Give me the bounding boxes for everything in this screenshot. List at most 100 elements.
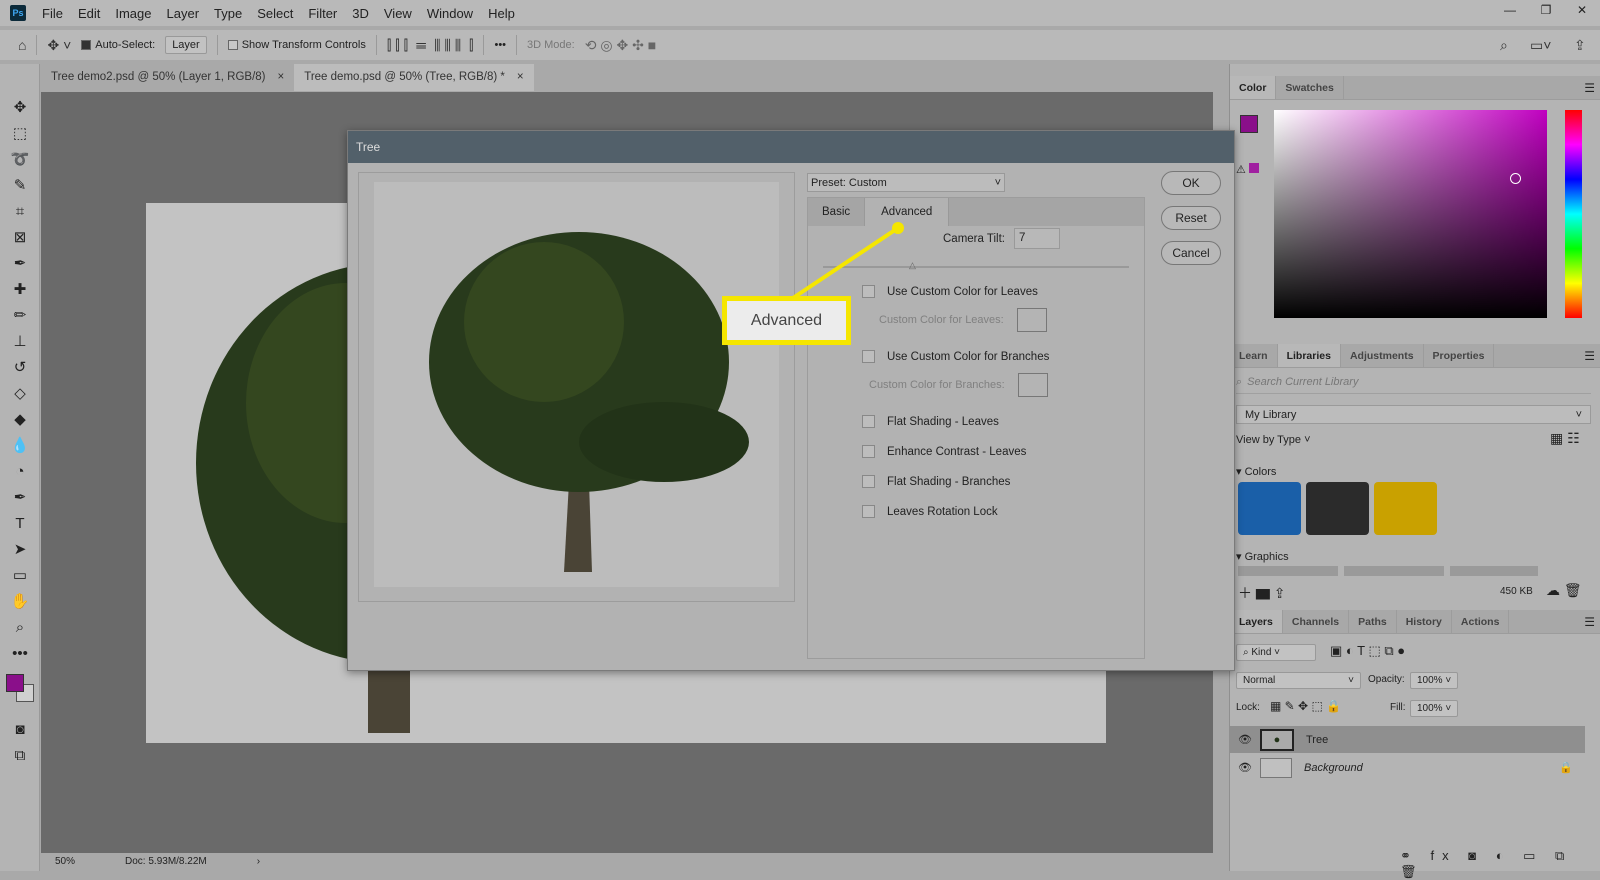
option-flat-shading-branches[interactable]: Flat Shading - Branches: [862, 475, 1010, 488]
tab-color[interactable]: Color: [1230, 76, 1277, 99]
paint-bucket-icon[interactable]: ◆: [0, 406, 40, 432]
rectangle-tool-icon[interactable]: ▭: [0, 562, 40, 588]
frame-tool-icon[interactable]: ⊠: [0, 224, 40, 250]
library-color-blue[interactable]: [1238, 482, 1301, 535]
workspace-icon[interactable]: ▭˅: [1530, 37, 1551, 54]
menu-help[interactable]: Help: [488, 6, 515, 21]
3d-mode-icons[interactable]: ⟲ ◎ ✥ ✣ ■: [585, 37, 656, 54]
tab-advanced[interactable]: Advanced: [865, 198, 950, 226]
library-search-input[interactable]: ⌕ Search Current Library: [1236, 376, 1591, 394]
zoom-tool-icon[interactable]: ⌕: [0, 614, 40, 640]
tab-swatches[interactable]: Swatches: [1276, 76, 1344, 99]
eye-icon[interactable]: 👁: [1230, 761, 1260, 774]
close-tab-icon[interactable]: ×: [278, 71, 285, 84]
blend-mode-select[interactable]: Normal ˅: [1236, 672, 1361, 689]
option-custom-color-branches[interactable]: Use Custom Color for Branches: [862, 350, 1049, 363]
branches-color-swatch[interactable]: [1017, 373, 1048, 397]
close-tab-icon[interactable]: ×: [517, 71, 524, 84]
path-select-icon[interactable]: ➤: [0, 536, 40, 562]
eyedropper-tool-icon[interactable]: ✒: [0, 250, 40, 276]
move-tool-icon[interactable]: ✥: [0, 94, 40, 120]
brush-tool-icon[interactable]: ✏: [0, 302, 40, 328]
search-icon[interactable]: ⌕: [1500, 37, 1508, 54]
minimize-button[interactable]: —: [1494, 0, 1526, 20]
tab-layers[interactable]: Layers: [1230, 610, 1283, 633]
type-tool-icon[interactable]: T: [0, 510, 40, 536]
more-options-button[interactable]: •••: [494, 39, 506, 51]
screen-mode-icon[interactable]: ⧉: [0, 742, 40, 768]
tab-libraries[interactable]: Libraries: [1277, 344, 1341, 367]
panel-menu-icon[interactable]: ☰: [1584, 81, 1595, 95]
zoom-level[interactable]: 50%: [55, 856, 75, 868]
marquee-tool-icon[interactable]: ⬚: [0, 120, 40, 146]
lasso-tool-icon[interactable]: ➰: [0, 146, 40, 172]
reset-button[interactable]: Reset: [1161, 206, 1221, 230]
eye-icon[interactable]: 👁: [1230, 733, 1260, 746]
option-custom-color-leaves[interactable]: Use Custom Color for Leaves: [862, 285, 1038, 298]
close-button[interactable]: ✕: [1566, 0, 1598, 20]
view-by-type-select[interactable]: View by Type ˅: [1236, 434, 1311, 446]
show-transform-checkbox[interactable]: Show Transform Controls: [227, 39, 366, 51]
color-picker-field[interactable]: [1274, 110, 1547, 318]
library-actions[interactable]: ＋ ▆ ⇪: [1238, 583, 1286, 603]
doc-tab-tree-demo[interactable]: Tree demo.psd @ 50% (Tree, RGB/8) * ×: [294, 64, 534, 91]
tab-actions[interactable]: Actions: [1452, 610, 1510, 633]
align-icons[interactable]: ⫿ ⫿ ⫿ ☰ ⫼ ⫼ ⫼ ⫿: [387, 37, 474, 54]
healing-tool-icon[interactable]: ✚: [0, 276, 40, 302]
leaves-color-swatch[interactable]: [1016, 308, 1047, 332]
tab-paths[interactable]: Paths: [1349, 610, 1397, 633]
cancel-button[interactable]: Cancel: [1161, 241, 1221, 265]
graphics-section[interactable]: ▾ Graphics: [1236, 550, 1289, 563]
menu-view[interactable]: View: [384, 6, 412, 21]
menu-select[interactable]: Select: [257, 6, 293, 21]
library-select[interactable]: My Library ˅: [1236, 405, 1591, 424]
menu-3d[interactable]: 3D: [352, 6, 369, 21]
share-icon[interactable]: ⇪: [1574, 37, 1586, 54]
layer-filter-icons[interactable]: ▣ ◐ T ⬚ ⧉ ●: [1330, 643, 1405, 659]
camera-tilt-slider[interactable]: [823, 266, 1129, 268]
tab-adjustments[interactable]: Adjustments: [1341, 344, 1424, 367]
layer-actions[interactable]: ⚭ fx ◙ ◐ ▭ ⧉ 🗑: [1400, 848, 1600, 880]
pen-tool-icon[interactable]: ✒: [0, 484, 40, 510]
tab-properties[interactable]: Properties: [1424, 344, 1495, 367]
slider-handle[interactable]: △: [909, 260, 916, 271]
more-tools-icon[interactable]: •••: [0, 640, 40, 666]
quick-select-tool-icon[interactable]: ✎: [0, 172, 40, 198]
history-brush-icon[interactable]: ↺: [0, 354, 40, 380]
hue-slider[interactable]: [1565, 110, 1582, 318]
cloud-icon[interactable]: ☁ 🗑: [1546, 582, 1582, 599]
menu-window[interactable]: Window: [427, 6, 473, 21]
tab-history[interactable]: History: [1397, 610, 1452, 633]
crop-tool-icon[interactable]: ⌗: [0, 198, 40, 224]
foreground-color-chip[interactable]: [1240, 115, 1258, 133]
colors-section[interactable]: ▾ Colors: [1236, 465, 1276, 478]
option-flat-shading-leaves[interactable]: Flat Shading - Leaves: [862, 415, 999, 428]
dodge-tool-icon[interactable]: ◔: [0, 458, 40, 484]
eraser-tool-icon[interactable]: ◇: [0, 380, 40, 406]
blur-tool-icon[interactable]: 💧: [0, 432, 40, 458]
tab-learn[interactable]: Learn: [1230, 344, 1278, 367]
camera-tilt-input[interactable]: 7: [1014, 228, 1060, 249]
status-arrow-icon[interactable]: ›: [257, 856, 260, 868]
menu-layer[interactable]: Layer: [167, 6, 200, 21]
doc-tab-tree-demo2[interactable]: Tree demo2.psd @ 50% (Layer 1, RGB/8) ×: [41, 64, 294, 91]
grid-view-icon[interactable]: ▦ ☷: [1550, 430, 1580, 447]
menu-type[interactable]: Type: [214, 6, 242, 21]
restore-button[interactable]: ❐: [1530, 0, 1562, 20]
menu-file[interactable]: File: [42, 6, 63, 21]
fill-input[interactable]: 100% ˅: [1410, 700, 1459, 717]
menu-filter[interactable]: Filter: [308, 6, 337, 21]
home-icon[interactable]: ⌂: [18, 37, 26, 53]
lock-icons[interactable]: ▦ ✎ ✥ ⬚ 🔒: [1270, 699, 1341, 713]
option-enhance-contrast-leaves[interactable]: Enhance Contrast - Leaves: [862, 445, 1026, 458]
panel-menu-icon[interactable]: ☰: [1584, 349, 1595, 363]
auto-select-checkbox[interactable]: Auto-Select:: [81, 39, 155, 51]
foreground-color[interactable]: [6, 674, 24, 692]
hand-tool-icon[interactable]: ✋: [0, 588, 40, 614]
menu-edit[interactable]: Edit: [78, 6, 100, 21]
quick-mask-icon[interactable]: ◙: [0, 716, 40, 742]
panel-menu-icon[interactable]: ☰: [1584, 615, 1595, 629]
move-tool-icon[interactable]: ✥ ˅: [47, 37, 71, 54]
option-leaves-rotation-lock[interactable]: Leaves Rotation Lock: [862, 505, 998, 518]
library-color-yellow[interactable]: [1374, 482, 1437, 535]
